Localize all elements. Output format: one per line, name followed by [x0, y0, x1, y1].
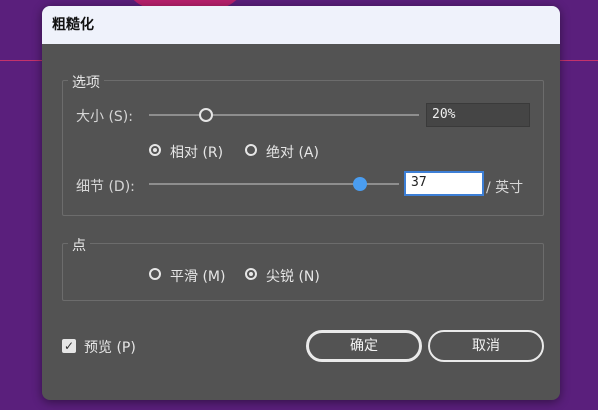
detail-label: 细节 (D):	[76, 179, 135, 195]
preview-label[interactable]: 预览 (P)	[84, 337, 136, 357]
relative-radio[interactable]	[149, 144, 161, 156]
roughen-dialog: 粗糙化 选项 大小 (S): 20% 相对 (R) 绝对 (A) 细节 (D):…	[42, 6, 560, 400]
smooth-radio-label[interactable]: 平滑 (M)	[170, 266, 225, 286]
corner-radio[interactable]	[245, 268, 257, 280]
cancel-button[interactable]: 取消	[428, 330, 544, 362]
absolute-radio-label[interactable]: 绝对 (A)	[266, 142, 319, 162]
smooth-radio[interactable]	[149, 268, 161, 280]
ok-button[interactable]: 确定	[306, 330, 422, 362]
corner-radio-label[interactable]: 尖锐 (N)	[266, 266, 320, 286]
size-input[interactable]: 20%	[426, 103, 530, 127]
detail-slider-handle[interactable]	[353, 177, 367, 191]
size-slider-handle[interactable]	[199, 108, 213, 122]
size-slider-track[interactable]	[149, 114, 419, 116]
relative-radio-label[interactable]: 相对 (R)	[170, 142, 223, 162]
size-label: 大小 (S):	[76, 109, 133, 125]
preview-checkbox[interactable]: ✓	[62, 339, 76, 353]
detail-unit-label: / 英寸	[486, 180, 524, 196]
absolute-radio[interactable]	[245, 144, 257, 156]
detail-input[interactable]: 37	[404, 171, 484, 196]
options-group-label: 选项	[68, 72, 104, 92]
dialog-title: 粗糙化	[42, 6, 560, 44]
points-group-label: 点	[68, 235, 90, 255]
